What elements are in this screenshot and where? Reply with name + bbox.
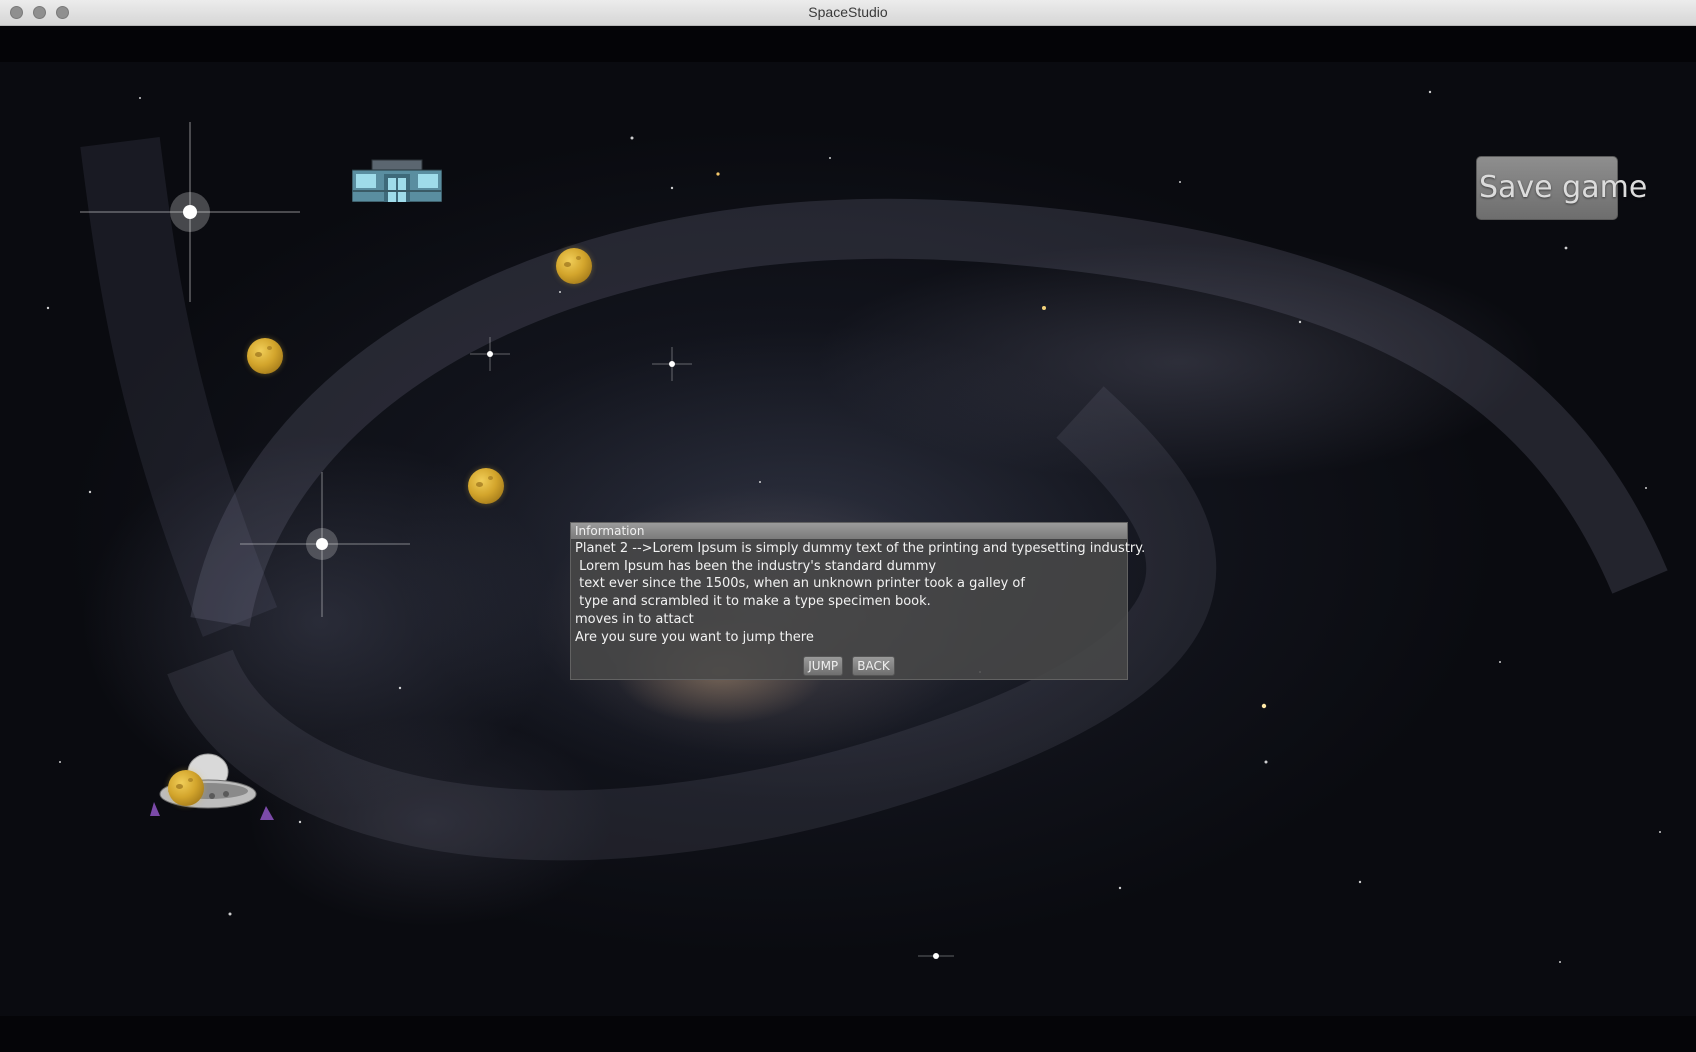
dialog-message: Planet 2 -->Lorem Ipsum is simply dummy …	[571, 539, 1146, 646]
bottom-letterbox	[0, 1016, 1696, 1052]
dialog-line: type and scrambled it to make a type spe…	[575, 594, 931, 610]
planet-icon[interactable]	[468, 468, 504, 504]
dialog-line: text ever since the 1500s, when an unkno…	[575, 576, 1025, 592]
dialog-line: Planet 2 -->Lorem Ipsum is simply dummy …	[575, 541, 1146, 556]
bright-star	[918, 953, 954, 959]
game-scene[interactable]: Save game Information Planet 2 -->Lorem …	[0, 62, 1696, 1016]
save-game-button[interactable]: Save game	[1476, 156, 1647, 220]
space-station-icon[interactable]	[352, 158, 442, 202]
planet-icon[interactable]	[247, 338, 283, 374]
dialog-line: moves in to attact	[575, 611, 694, 627]
jump-button[interactable]: JUMP	[803, 656, 844, 676]
dialog-line: Are you sure you want to jump there	[575, 629, 814, 645]
top-letterbox	[0, 26, 1696, 62]
dialog-button-row: JUMP BACK	[571, 655, 1127, 677]
back-button[interactable]: BACK	[852, 656, 895, 676]
dialog-line: Lorem Ipsum has been the industry's stan…	[575, 558, 937, 574]
dialog-title: Information	[571, 523, 1127, 539]
window-titlebar: SpaceStudio	[0, 0, 1696, 26]
window-title: SpaceStudio	[808, 4, 888, 20]
jump-confirmation-dialog: Information Planet 2 -->Lorem Ipsum is s…	[570, 522, 1146, 680]
planet-icon[interactable]	[556, 248, 592, 284]
planet-icon[interactable]	[168, 770, 204, 806]
bright-star	[652, 347, 692, 381]
